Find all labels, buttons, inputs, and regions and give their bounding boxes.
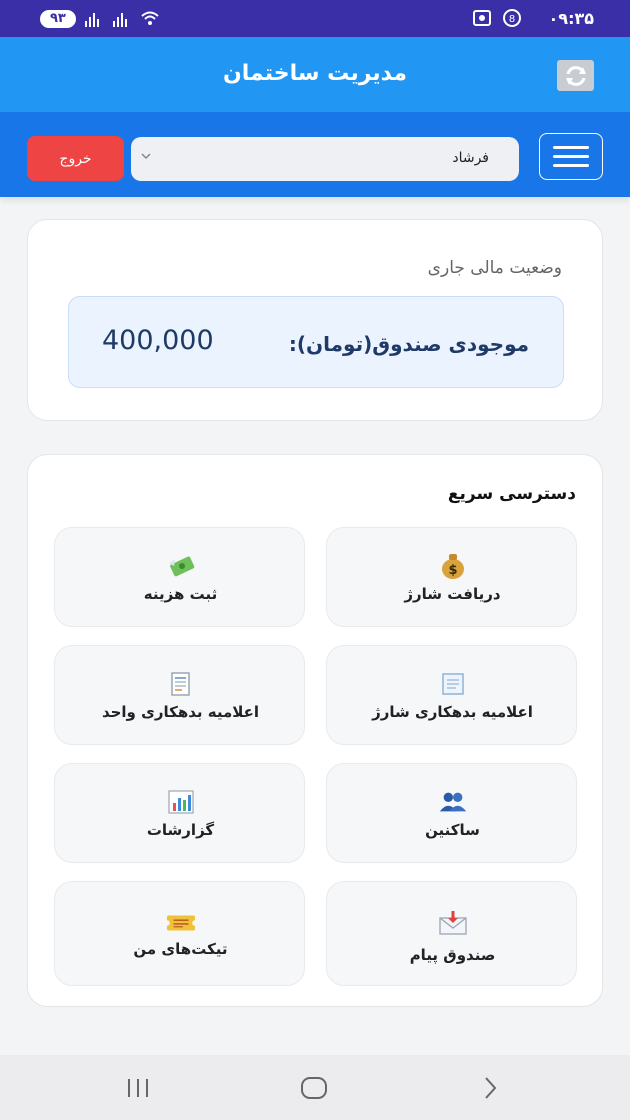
nfc-icon: 8 (503, 9, 521, 27)
tile-message-inbox[interactable]: صندوق پیام (326, 881, 577, 986)
document-icon (166, 671, 196, 697)
menu-icon-line (553, 146, 589, 149)
refresh-icon (565, 65, 586, 86)
tile-unit-debt-notice[interactable]: اعلامیه بدهکاری واحد (54, 645, 305, 745)
toolbar: خروج فرشاد (0, 112, 630, 197)
wifi-icon (141, 11, 159, 25)
chevron-down-icon (141, 153, 151, 160)
fund-balance-label: موجودی صندوق(تومان): (288, 332, 529, 356)
page-title: مدیریت ساختمان (222, 61, 407, 86)
tile-reports[interactable]: گزارشات (54, 763, 305, 863)
inbox-icon (438, 910, 468, 936)
people-icon (438, 789, 468, 815)
money-wings-icon (166, 553, 196, 579)
tile-label: دریافت شارژ (404, 585, 501, 603)
fund-balance-value: 400,000 (102, 325, 214, 356)
tile-label: گزارشات (146, 821, 215, 839)
status-bar: ۹۳ 8 ۰۹:۳۵ (0, 0, 630, 37)
finance-title: وضعیت مالی جاری (427, 258, 562, 278)
home-icon (301, 1077, 327, 1099)
quick-access-card: دسترسی سریع $ دریافت شارژ ثبت هزینه اعلا… (27, 454, 603, 1007)
hamburger-menu-button[interactable] (539, 133, 603, 180)
tile-label: اعلامیه بدهکاری شارژ (372, 703, 533, 721)
exit-button[interactable]: خروج (27, 136, 124, 181)
home-button[interactable] (294, 1075, 334, 1101)
recent-apps-icon (128, 1079, 148, 1097)
tile-label: ساکنین (425, 821, 480, 839)
money-bag-icon: $ (438, 553, 468, 579)
svg-text:$: $ (448, 563, 457, 578)
tile-receive-charge[interactable]: $ دریافت شارژ (326, 527, 577, 627)
quick-access-title: دسترسی سریع (447, 484, 576, 504)
recent-apps-button[interactable] (118, 1075, 158, 1101)
selected-user: فرشاد (452, 150, 489, 166)
menu-icon-line (553, 164, 589, 167)
back-icon (485, 1077, 497, 1099)
ticket-icon (166, 910, 196, 936)
system-nav-bar (0, 1055, 630, 1120)
signal-icon-2 (112, 13, 127, 27)
tile-label: اعلامیه بدهکاری واحد (101, 703, 260, 721)
tile-label: تیکت‌های من (133, 940, 228, 958)
battery-indicator: ۹۳ (40, 10, 76, 28)
tile-label: ثبت هزینه (143, 585, 218, 603)
user-select[interactable]: فرشاد (131, 137, 519, 181)
tile-label: صندوق پیام (409, 946, 496, 964)
status-left: ۹۳ (40, 9, 160, 29)
screen-record-icon (473, 10, 491, 26)
tile-my-tickets[interactable]: تیکت‌های من (54, 881, 305, 986)
bar-chart-icon (166, 789, 196, 815)
tile-residents[interactable]: ساکنین (326, 763, 577, 863)
clock: ۰۹:۳۵ (548, 9, 594, 28)
signal-icon (84, 13, 99, 27)
status-right-icons: 8 (472, 8, 522, 28)
app-header: مدیریت ساختمان (0, 37, 630, 112)
finance-status-card: وضعیت مالی جاری موجودی صندوق(تومان): 400… (27, 219, 603, 421)
menu-icon-line (553, 155, 589, 158)
back-button[interactable] (470, 1075, 510, 1101)
fund-balance-box: موجودی صندوق(تومان): 400,000 (68, 296, 564, 388)
tile-charge-debt-notice[interactable]: اعلامیه بدهکاری شارژ (326, 645, 577, 745)
receipt-icon (438, 671, 468, 697)
svg-text:8: 8 (509, 14, 515, 25)
refresh-button[interactable] (557, 60, 594, 91)
tile-register-expense[interactable]: ثبت هزینه (54, 527, 305, 627)
